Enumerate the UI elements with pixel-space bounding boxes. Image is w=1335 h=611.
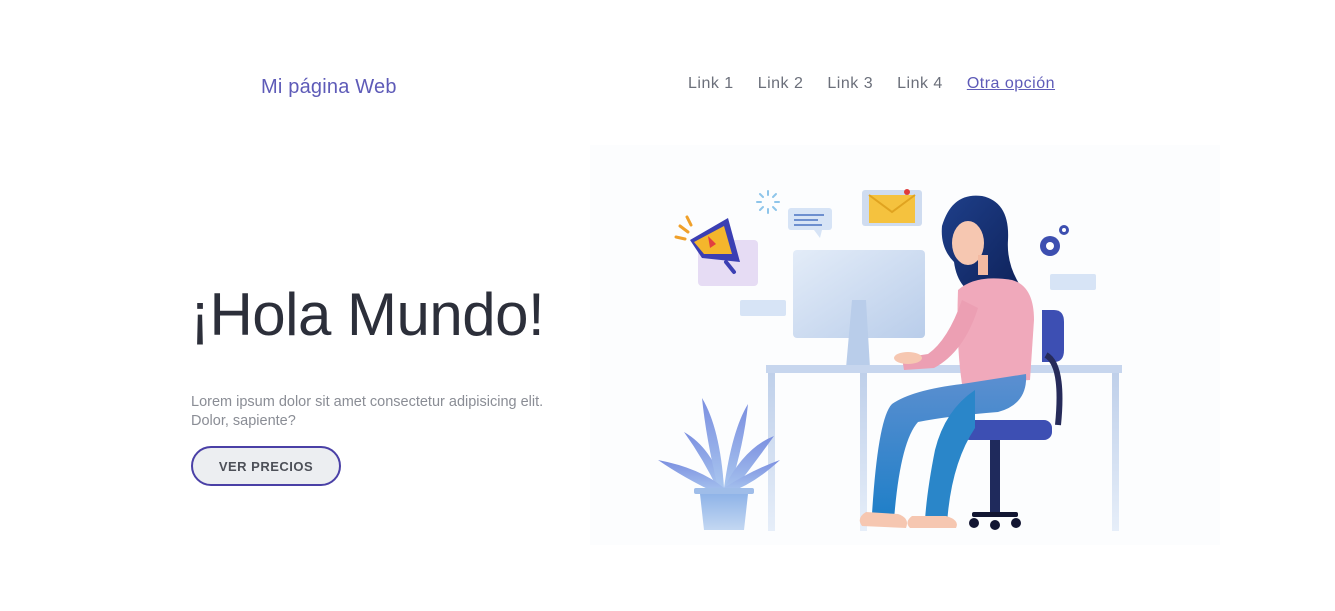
- nav-link-2[interactable]: Link 2: [758, 75, 804, 93]
- site-brand-link[interactable]: Mi página Web: [261, 76, 397, 99]
- nav-link-4[interactable]: Link 4: [897, 75, 943, 93]
- hero-title: ¡Hola Mundo!: [190, 281, 545, 348]
- nav-link-other[interactable]: Otra opción: [967, 75, 1055, 93]
- nav-link-3[interactable]: Link 3: [827, 75, 873, 93]
- hero-description: Lorem ipsum dolor sit amet consectetur a…: [191, 394, 544, 429]
- envelope-icon: [862, 189, 922, 226]
- main-nav: Link 1 Link 2 Link 3 Link 4 Otra opción: [688, 75, 1055, 93]
- hero-illustration: [590, 145, 1220, 545]
- nav-link-1[interactable]: Link 1: [688, 75, 734, 93]
- see-prices-button[interactable]: VER PRECIOS: [191, 446, 341, 486]
